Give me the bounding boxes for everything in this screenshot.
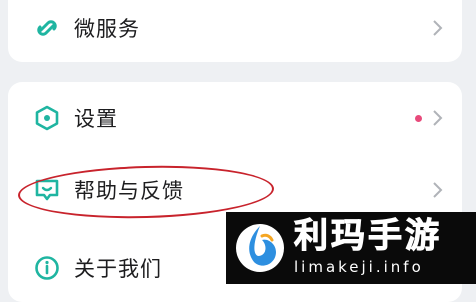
info-icon xyxy=(34,255,60,281)
menu-item-settings[interactable]: 设置 xyxy=(8,90,462,146)
watermark-logo-icon xyxy=(232,216,288,276)
menu-item-label: 设置 xyxy=(74,107,118,131)
microservice-icon xyxy=(34,15,60,41)
site-watermark: 利玛手游 limakeji.info xyxy=(226,212,476,284)
menu-item-label: 微服务 xyxy=(74,17,140,41)
chevron-right-icon xyxy=(432,181,444,199)
chevron-right-icon xyxy=(432,19,444,37)
settings-hexagon-icon xyxy=(34,105,60,131)
chevron-right-icon xyxy=(432,109,444,127)
menu-item-label: 关于我们 xyxy=(74,257,162,281)
watermark-title: 利玛手游 xyxy=(294,216,442,257)
watermark-url: limakeji.info xyxy=(294,258,424,276)
notification-dot xyxy=(415,114,422,122)
services-card: 微服务 xyxy=(8,0,462,62)
menu-item-microservice[interactable]: 微服务 xyxy=(8,0,462,56)
